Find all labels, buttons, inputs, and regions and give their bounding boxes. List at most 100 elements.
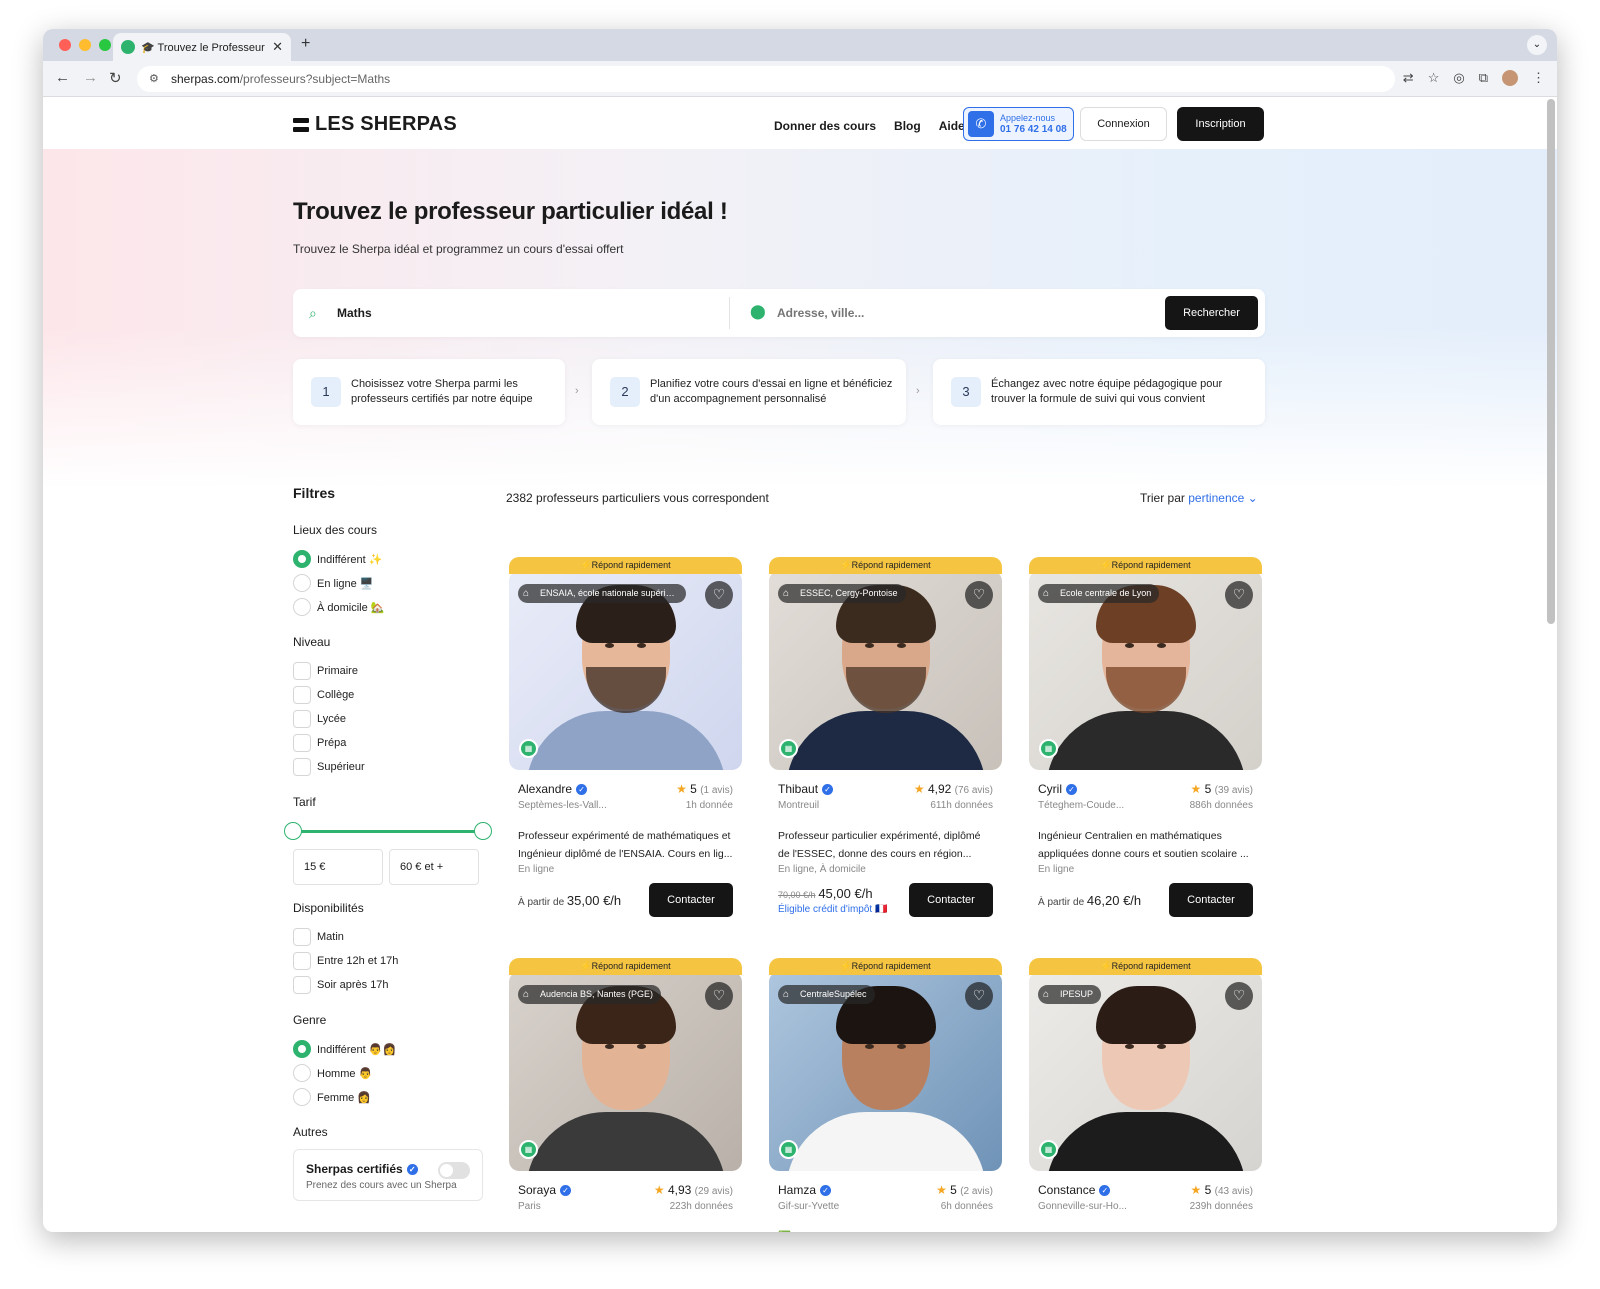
price-min-input[interactable]: 15 € (293, 849, 383, 885)
contact-button[interactable]: Contacter (909, 883, 993, 917)
radio-button[interactable] (293, 598, 311, 616)
favorite-heart-icon[interactable]: ♡ (705, 982, 733, 1010)
tutor-photo[interactable]: ⚡Répond rapidement ESSEC, Cergy-Pontoise ♡… (769, 557, 1002, 770)
card-header-row: Hamza ✓ ★ 5 (2 avis) (778, 1183, 993, 1197)
sort-dropdown[interactable]: pertinence ⌄ (1188, 491, 1257, 505)
certified-toggle[interactable] (438, 1162, 470, 1179)
checkbox-option[interactable]: Prépa (293, 731, 483, 755)
radio-button[interactable] (293, 1064, 311, 1082)
favorite-heart-icon[interactable]: ♡ (1225, 982, 1253, 1010)
menu-kebab-icon[interactable]: ⋮ (1532, 70, 1545, 86)
price-max-input[interactable]: 60 € et + (389, 849, 479, 885)
school-badge: Ecole centrale de Lyon (1038, 584, 1160, 603)
tax-credit-link[interactable]: Éligible crédit d'impôt 🇫🇷 (778, 904, 887, 915)
tutor-name[interactable]: Constance (1038, 1183, 1095, 1197)
checkbox-option[interactable]: Collège (293, 683, 483, 707)
radio-selected[interactable] (293, 550, 311, 568)
price-range-slider[interactable] (284, 819, 492, 843)
back-icon[interactable]: ← (55, 69, 70, 86)
portrait-eye (865, 643, 874, 648)
tutor-card[interactable]: ⚡Répond rapidement ESSEC, Cergy-Pontoise ♡… (769, 557, 1002, 917)
tutor-photo[interactable]: ⚡Répond rapidement IPESUP ♡ ▦ (1029, 958, 1262, 1171)
checkbox[interactable] (293, 758, 311, 776)
scrollbar[interactable] (1547, 99, 1555, 624)
checkbox[interactable] (293, 686, 311, 704)
favorite-heart-icon[interactable]: ♡ (965, 982, 993, 1010)
tutor-photo[interactable]: ⚡Répond rapidement ENSAIA, école national… (509, 557, 742, 770)
checkbox-option[interactable]: Supérieur (293, 755, 483, 779)
favorite-heart-icon[interactable]: ♡ (965, 581, 993, 609)
call-us-button[interactable]: ✆ Appelez-nous 01 76 42 14 08 (963, 107, 1074, 141)
radio-selected[interactable] (293, 1040, 311, 1058)
tutor-photo[interactable]: ⚡Répond rapidement CentraleSupélec ♡ ▦ (769, 958, 1002, 1171)
radio-option[interactable]: À domicile 🏡 (293, 595, 483, 619)
checkbox[interactable] (293, 952, 311, 970)
site-logo[interactable]: LES SHERPAS (293, 113, 457, 136)
reload-icon[interactable]: ↻ (109, 69, 122, 87)
extension-icon[interactable]: ◎ (1453, 70, 1464, 86)
tutor-name[interactable]: Hamza (778, 1183, 816, 1197)
new-tab-button[interactable]: + (301, 35, 310, 53)
translate-icon[interactable]: ⇄ (1403, 70, 1414, 86)
checkbox[interactable] (293, 734, 311, 752)
page-viewport: LES SHERPAS Donner des cours Blog Aide ✆… (43, 97, 1557, 1232)
slider-min-handle[interactable] (284, 822, 302, 840)
login-button[interactable]: Connexion (1080, 107, 1167, 141)
window-controls (59, 39, 111, 51)
radio-option[interactable]: Indifférent 👨👩 (293, 1037, 483, 1061)
address-input[interactable] (777, 306, 1137, 320)
tutor-name[interactable]: Alexandre (518, 782, 572, 796)
close-tab-icon[interactable]: ✕ (272, 39, 283, 55)
checkbox-option[interactable]: Matin (293, 925, 483, 949)
subject-input[interactable]: Maths (337, 306, 372, 320)
favorite-heart-icon[interactable]: ♡ (705, 581, 733, 609)
checkbox-option[interactable]: Lycée (293, 707, 483, 731)
tutor-card[interactable]: ⚡Répond rapidement ENSAIA, école national… (509, 557, 742, 917)
tutor-card[interactable]: ⚡Répond rapidement IPESUP ♡ ▦ Constance ✓ ★ 5 … (1029, 958, 1262, 1232)
nav-link-donner-cours[interactable]: Donner des cours (774, 119, 876, 133)
signup-button[interactable]: Inscription (1177, 107, 1264, 141)
school-badge: IPESUP (1038, 985, 1102, 1004)
checkbox[interactable] (293, 710, 311, 728)
slider-max-handle[interactable] (474, 822, 492, 840)
browser-tab[interactable]: 🎓 Trouvez le Professeur parti ✕ (113, 33, 291, 61)
star-icon: ★ (936, 1183, 947, 1197)
tutor-card[interactable]: ⚡Répond rapidement CentraleSupélec ♡ ▦ Hamza… (769, 958, 1002, 1232)
close-window-button[interactable] (59, 39, 71, 51)
tab-search-button[interactable]: ⌄ (1527, 35, 1547, 55)
forward-icon[interactable]: → (83, 69, 98, 86)
tutor-card[interactable]: ⚡Répond rapidement Audencia BS, Nantes (P… (509, 958, 742, 1232)
radio-option[interactable]: Indifférent ✨ (293, 547, 483, 571)
tutor-name[interactable]: Thibaut (778, 782, 818, 796)
checkbox-option[interactable]: Entre 12h et 17h (293, 949, 483, 973)
minimize-window-button[interactable] (79, 39, 91, 51)
extensions-puzzle-icon[interactable]: ⧉ (1479, 70, 1488, 86)
site-info-icon[interactable]: ⚙ (149, 72, 163, 86)
contact-button[interactable]: Contacter (649, 883, 733, 917)
tutor-name[interactable]: Soraya (518, 1183, 556, 1197)
checkbox-option[interactable]: Soir après 17h (293, 973, 483, 997)
zoom-window-button[interactable] (99, 39, 111, 51)
tutor-card[interactable]: ⚡Répond rapidement Ecole centrale de Lyon… (1029, 557, 1262, 917)
nav-link-blog[interactable]: Blog (894, 119, 921, 133)
search-button[interactable]: Rechercher (1165, 296, 1258, 330)
checkbox[interactable] (293, 662, 311, 680)
profile-avatar[interactable] (1502, 70, 1518, 86)
radio-option[interactable]: Femme 👩 (293, 1085, 483, 1109)
nav-link-aide[interactable]: Aide (939, 119, 965, 133)
tutor-photo[interactable]: ⚡Répond rapidement Ecole centrale de Lyon… (1029, 557, 1262, 770)
address-bar[interactable]: ⚙ sherpas.com/professeurs?subject=Maths (137, 66, 1395, 92)
checkbox-option[interactable]: Primaire (293, 659, 483, 683)
checkbox[interactable] (293, 928, 311, 946)
tutor-photo[interactable]: ⚡Répond rapidement Audencia BS, Nantes (P… (509, 958, 742, 1171)
bookmark-star-icon[interactable]: ☆ (1428, 70, 1440, 86)
radio-button[interactable] (293, 1088, 311, 1106)
tutor-name[interactable]: Cyril (1038, 782, 1062, 796)
contact-button[interactable]: Contacter (1169, 883, 1253, 917)
radio-button[interactable] (293, 574, 311, 592)
sort-control[interactable]: Trier par pertinence ⌄ (1140, 491, 1258, 505)
checkbox[interactable] (293, 976, 311, 994)
radio-option[interactable]: En ligne 🖥️ (293, 571, 483, 595)
radio-option[interactable]: Homme 👨 (293, 1061, 483, 1085)
favorite-heart-icon[interactable]: ♡ (1225, 581, 1253, 609)
